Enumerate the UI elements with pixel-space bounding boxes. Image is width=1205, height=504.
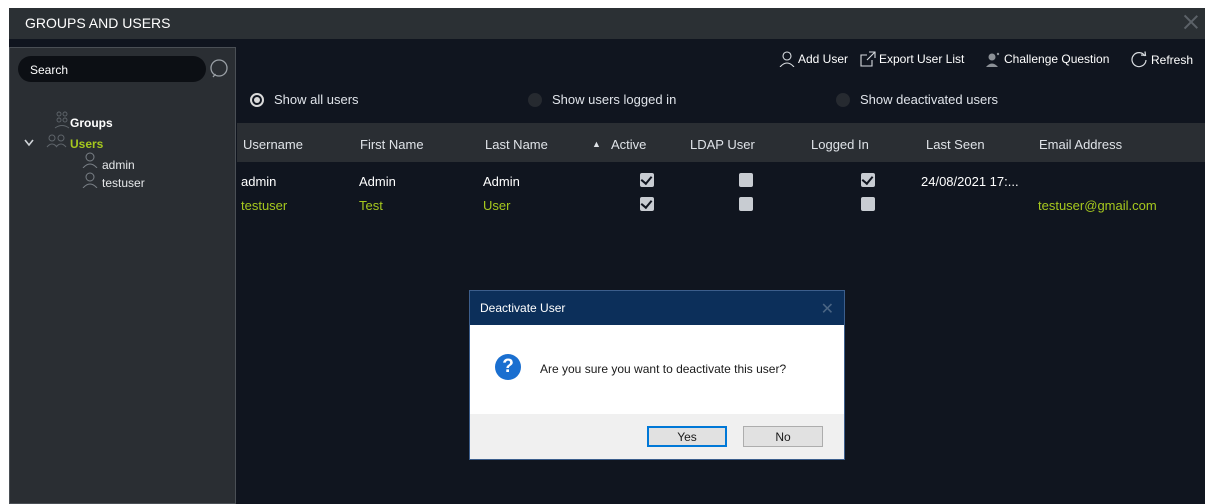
challenge-question-icon [986,52,1000,67]
column-last-name[interactable]: Last Name [485,137,548,152]
export-icon [860,51,876,67]
radio-unselected-icon[interactable] [836,92,850,107]
column-last-seen[interactable]: Last Seen [926,137,985,152]
users-table-header: Username First Name Last Name ▲ Active L… [237,123,1205,162]
cell-username: admin [241,174,277,189]
ldap-user-checkbox[interactable] [739,173,753,187]
active-checkbox[interactable] [640,173,654,187]
dialog-body: ? Are you sure you want to deactivate th… [470,325,844,414]
filter-show-logged-in-label: Show users logged in [552,92,677,107]
add-user-button[interactable]: Add User [779,51,848,67]
export-user-list-label: Export User List [879,52,965,66]
cell-last-name: Admin [483,174,520,189]
active-checkbox[interactable] [640,197,654,211]
question-icon: ? [495,354,521,380]
table-row[interactable]: admin Admin Admin 24/08/2021 17:... [237,170,1205,192]
add-user-label: Add User [798,52,849,66]
column-username[interactable]: Username [243,137,303,152]
toolbar: Add User Export User List Challenge Ques… [9,51,1205,71]
column-logged-in[interactable]: Logged In [811,137,869,152]
user-icon [82,172,98,188]
dialog-message: Are you sure you want to deactivate this… [540,362,787,376]
column-first-name[interactable]: First Name [360,137,424,152]
deactivate-user-dialog: Deactivate User ✕ ? Are you sure you wan… [469,290,845,460]
logged-in-checkbox[interactable] [861,173,875,187]
column-email[interactable]: Email Address [1039,137,1122,152]
refresh-icon [1131,51,1147,68]
table-row[interactable]: testuser Test User testuser@gmail.com [237,194,1205,216]
tree-user-testuser[interactable]: testuser [102,176,145,190]
user-icon [82,152,98,168]
dialog-close-icon[interactable]: ✕ [821,299,834,319]
refresh-label: Refresh [1151,52,1194,67]
tree-user-admin[interactable]: admin [102,158,135,172]
radio-unselected-icon[interactable] [528,92,542,107]
cell-email: testuser@gmail.com [1038,198,1157,213]
add-user-icon [779,51,795,67]
filter-show-deactivated[interactable]: Show deactivated users [836,92,998,107]
cell-first-name: Test [359,198,383,213]
challenge-question-button[interactable]: Challenge Question [985,51,1109,67]
cell-username: testuser [241,198,288,213]
groups-icon [54,111,70,129]
challenge-question-label: Challenge Question [1004,52,1110,66]
window-titlebar: GROUPS AND USERS [9,8,1205,39]
users-group-icon [46,134,67,148]
no-button[interactable]: No [743,426,823,447]
filter-show-all[interactable]: Show all users [250,92,359,107]
radio-selected-icon[interactable] [250,92,264,107]
window-title: GROUPS AND USERS [25,15,171,31]
filter-show-deactivated-label: Show deactivated users [860,92,999,107]
column-active[interactable]: Active [611,137,646,152]
dialog-title: Deactivate User [480,301,566,315]
cell-last-name: User [483,198,511,213]
tree-groups[interactable]: Groups [70,116,113,130]
sort-ascending-icon[interactable]: ▲ [592,139,601,149]
yes-button[interactable]: Yes [647,426,727,447]
filter-show-logged-in[interactable]: Show users logged in [528,92,676,107]
refresh-button[interactable]: Refresh [1131,51,1193,68]
window-close-icon[interactable] [1181,12,1201,32]
dialog-titlebar: Deactivate User ✕ [470,291,844,325]
ldap-user-checkbox[interactable] [739,197,753,211]
cell-last-seen: 24/08/2021 17:... [921,174,1019,189]
column-ldap-user[interactable]: LDAP User [690,137,755,152]
logged-in-checkbox[interactable] [861,197,875,211]
chevron-down-icon[interactable] [24,139,34,147]
filter-show-all-label: Show all users [274,92,359,107]
export-user-list-button[interactable]: Export User List [860,51,964,67]
sidebar: Groups Users admin testuser [9,47,236,504]
cell-first-name: Admin [359,174,396,189]
dialog-footer: Yes No [470,414,844,459]
tree-users[interactable]: Users [70,137,103,151]
